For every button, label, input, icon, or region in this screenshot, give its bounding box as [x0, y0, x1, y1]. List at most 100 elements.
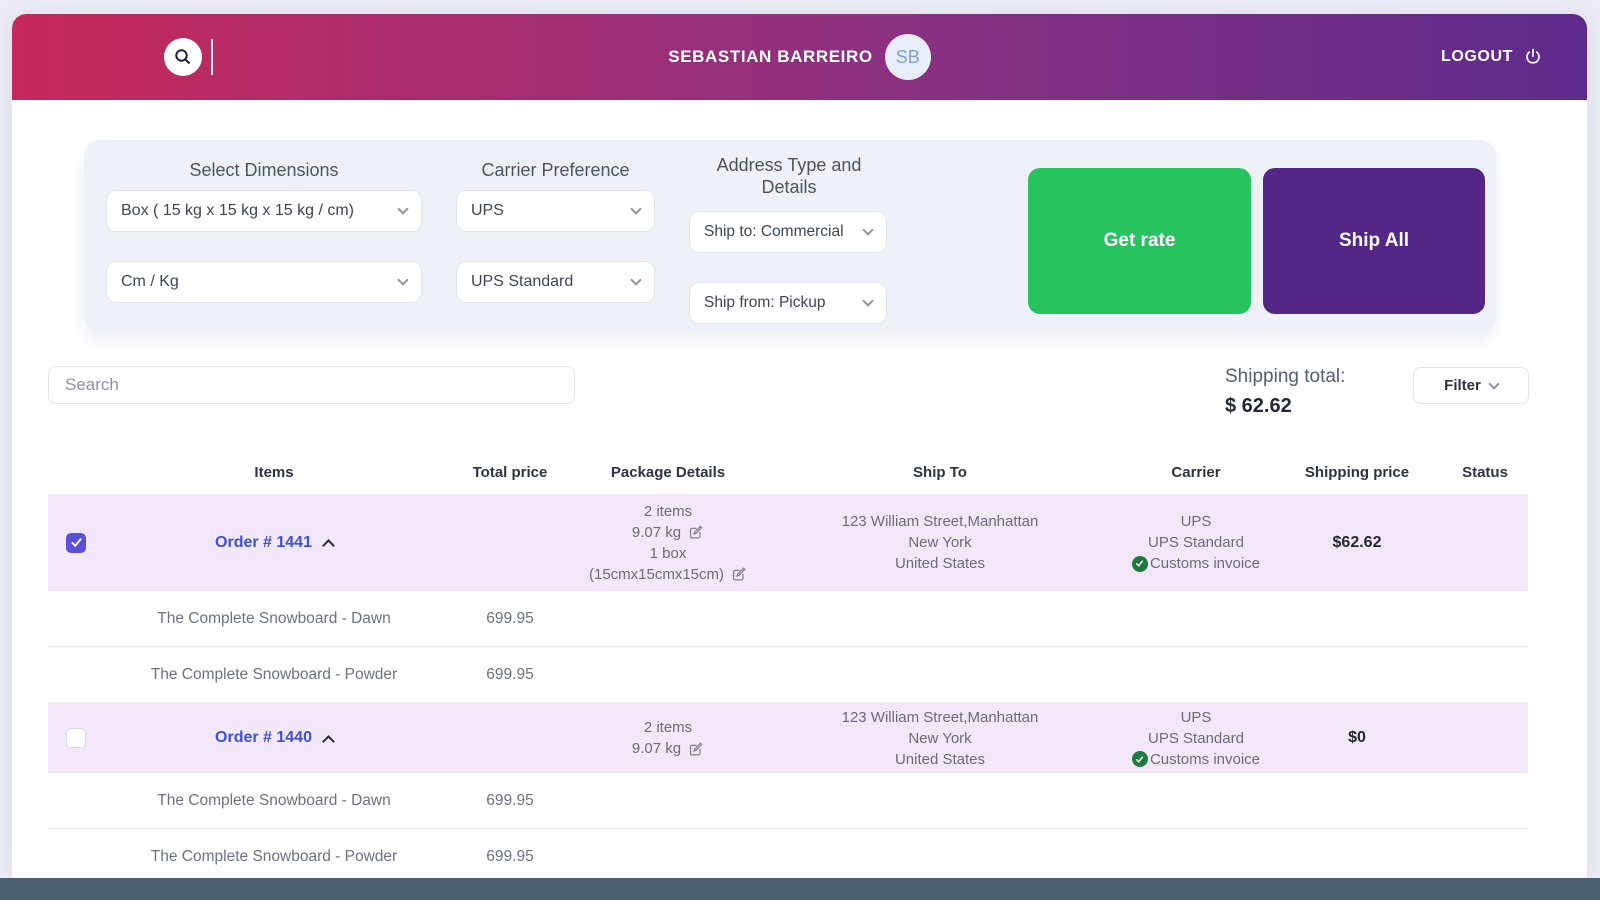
edit-weight-icon[interactable] [688, 741, 704, 757]
header-package-details: Package Details [610, 463, 726, 481]
customs-invoice-label: Customs invoice [1149, 555, 1261, 572]
item-name: The Complete Snowboard - Dawn [157, 791, 391, 809]
item-row: The Complete Snowboard - Powder 699.95 [48, 647, 1528, 703]
item-name: The Complete Snowboard - Powder [150, 848, 398, 865]
order-checkbox[interactable] [66, 728, 86, 748]
address-country: United States [894, 555, 986, 572]
chevron-down-icon [862, 295, 874, 307]
order-checkbox[interactable] [66, 532, 86, 553]
filter-button[interactable]: Filter [1413, 367, 1529, 404]
item-row: The Complete Snowboard - Dawn 699.95 [48, 591, 1528, 647]
shipping-price-value: $62.62 [1332, 533, 1382, 551]
carrier-service: UPS Standard [1148, 534, 1244, 551]
carrier-name: UPS [1180, 513, 1212, 530]
select-dimensions-label: Select Dimensions [189, 160, 339, 180]
header-ship-to: Ship To [913, 463, 967, 481]
item-row: The Complete Snowboard - Dawn 699.95 [48, 773, 1528, 829]
shipping-controls-panel: Select Dimensions Box ( 15 kg x 15 kg x … [84, 140, 1496, 332]
address-country: United States [894, 750, 986, 768]
ship-to-value: Ship to: Commercial [704, 223, 844, 240]
address-city: New York [908, 534, 972, 551]
package-box-dimensions: (15cmx15cmx15cm) [588, 565, 725, 583]
get-rate-button[interactable]: Get rate [1028, 168, 1251, 314]
ship-to-cell: 123 William Street,Manhattan New York Un… [760, 511, 1120, 574]
item-name: The Complete Snowboard - Dawn [157, 609, 391, 627]
package-box-count: 1 box [649, 544, 687, 562]
shipping-total: Shipping total: $ 62.62 [1225, 366, 1345, 418]
shipping-price-value: $0 [1348, 729, 1366, 746]
customs-check-icon [1131, 555, 1148, 572]
item-price: 699.95 [486, 665, 534, 683]
address-city: New York [908, 729, 972, 747]
filter-label: Filter [1444, 377, 1481, 394]
chevron-down-icon [630, 203, 642, 215]
ship-from-value: Ship from: Pickup [704, 294, 826, 311]
header-carrier: Carrier [1171, 463, 1221, 481]
item-name: The Complete Snowboard - Powder [150, 665, 398, 683]
package-details-cell: 2 items 9.07 kg 1 box (15cmx15cmx15cm) [576, 501, 760, 585]
user-name: SEBASTIAN BARREIRO [668, 47, 873, 66]
carrier-service: UPS Standard [1148, 729, 1244, 747]
carrier-value: UPS [471, 202, 504, 219]
box-dimensions-select[interactable]: Box ( 15 kg x 15 kg x 15 kg / cm) [106, 190, 422, 232]
order-number-link[interactable]: Order # 1440 [215, 729, 312, 747]
box-dimensions-value: Box ( 15 kg x 15 kg x 15 kg / cm) [121, 202, 354, 219]
top-navbar: SEBASTIAN BARREIRO SB LOGOUT [12, 14, 1587, 100]
address-type-label: Address Type and Details [716, 155, 862, 197]
package-details-cell: 2 items 9.07 kg [576, 717, 760, 759]
avatar[interactable]: SB [884, 34, 931, 80]
order-number-link[interactable]: Order # 1441 [215, 534, 312, 552]
edit-weight-icon[interactable] [688, 524, 704, 540]
header-shipping-price: Shipping price [1304, 463, 1410, 481]
item-price: 699.95 [486, 609, 534, 627]
power-icon [1523, 47, 1543, 67]
chevron-down-icon [1488, 377, 1500, 390]
collapse-order-icon[interactable] [322, 734, 335, 748]
item-price: 699.95 [486, 791, 534, 809]
package-weight: 9.07 kg [631, 740, 682, 757]
package-items-count: 2 items [643, 719, 693, 736]
order-row-1441: Order # 1441 2 items 9.07 kg 1 box (15cm… [48, 494, 1528, 591]
ship-to-select[interactable]: Ship to: Commercial [689, 211, 887, 253]
bottom-bar [0, 878, 1600, 900]
header-text-cursor [211, 39, 213, 75]
carrier-cell: UPS UPS Standard Customs invoice [1120, 707, 1272, 770]
header-total-price: Total price [472, 463, 548, 481]
package-weight: 9.07 kg [631, 523, 682, 541]
ship-to-cell: 123 William Street,Manhattan New York Un… [760, 707, 1120, 770]
header-status: Status [1462, 463, 1508, 481]
chevron-down-icon [630, 274, 642, 286]
carrier-service-value: UPS Standard [471, 273, 574, 290]
item-price: 699.95 [486, 848, 534, 865]
table-header-row: Items Total price Package Details Ship T… [48, 450, 1528, 494]
ship-all-button[interactable]: Ship All [1263, 168, 1485, 314]
search-icon [173, 47, 193, 67]
search-input[interactable] [48, 366, 575, 404]
edit-box-icon[interactable] [731, 566, 747, 582]
order-row-1440: Order # 1440 2 items 9.07 kg 123 William… [48, 703, 1528, 773]
shipping-total-value: $ 62.62 [1225, 395, 1292, 417]
address-street: 123 William Street,Manhattan [841, 513, 1039, 530]
ship-from-select[interactable]: Ship from: Pickup [689, 282, 887, 324]
orders-table: Items Total price Package Details Ship T… [48, 450, 1528, 878]
logout-button[interactable]: LOGOUT [1441, 14, 1543, 100]
collapse-order-icon[interactable] [322, 539, 335, 552]
user-block: SEBASTIAN BARREIRO SB [12, 14, 1587, 100]
carrier-select[interactable]: UPS [456, 190, 655, 232]
search-button[interactable] [164, 38, 202, 76]
address-street: 123 William Street,Manhattan [841, 708, 1039, 726]
customs-check-icon [1131, 751, 1148, 767]
shipping-total-label: Shipping total: [1225, 366, 1346, 387]
package-items-count: 2 items [643, 502, 693, 520]
carrier-name: UPS [1180, 708, 1212, 726]
unit-select[interactable]: Cm / Kg [106, 261, 422, 303]
item-row: The Complete Snowboard - Powder 699.95 [48, 829, 1528, 878]
app-window: SEBASTIAN BARREIRO SB LOGOUT Select Dime… [12, 14, 1587, 878]
unit-value: Cm / Kg [121, 273, 179, 290]
carrier-service-select[interactable]: UPS Standard [456, 261, 655, 303]
customs-invoice-label: Customs invoice [1149, 750, 1261, 768]
header-items: Items [254, 463, 294, 481]
carrier-cell: UPS UPS Standard Customs invoice [1120, 511, 1272, 574]
logout-label: LOGOUT [1440, 48, 1513, 65]
carrier-preference-label: Carrier Preference [481, 160, 630, 180]
